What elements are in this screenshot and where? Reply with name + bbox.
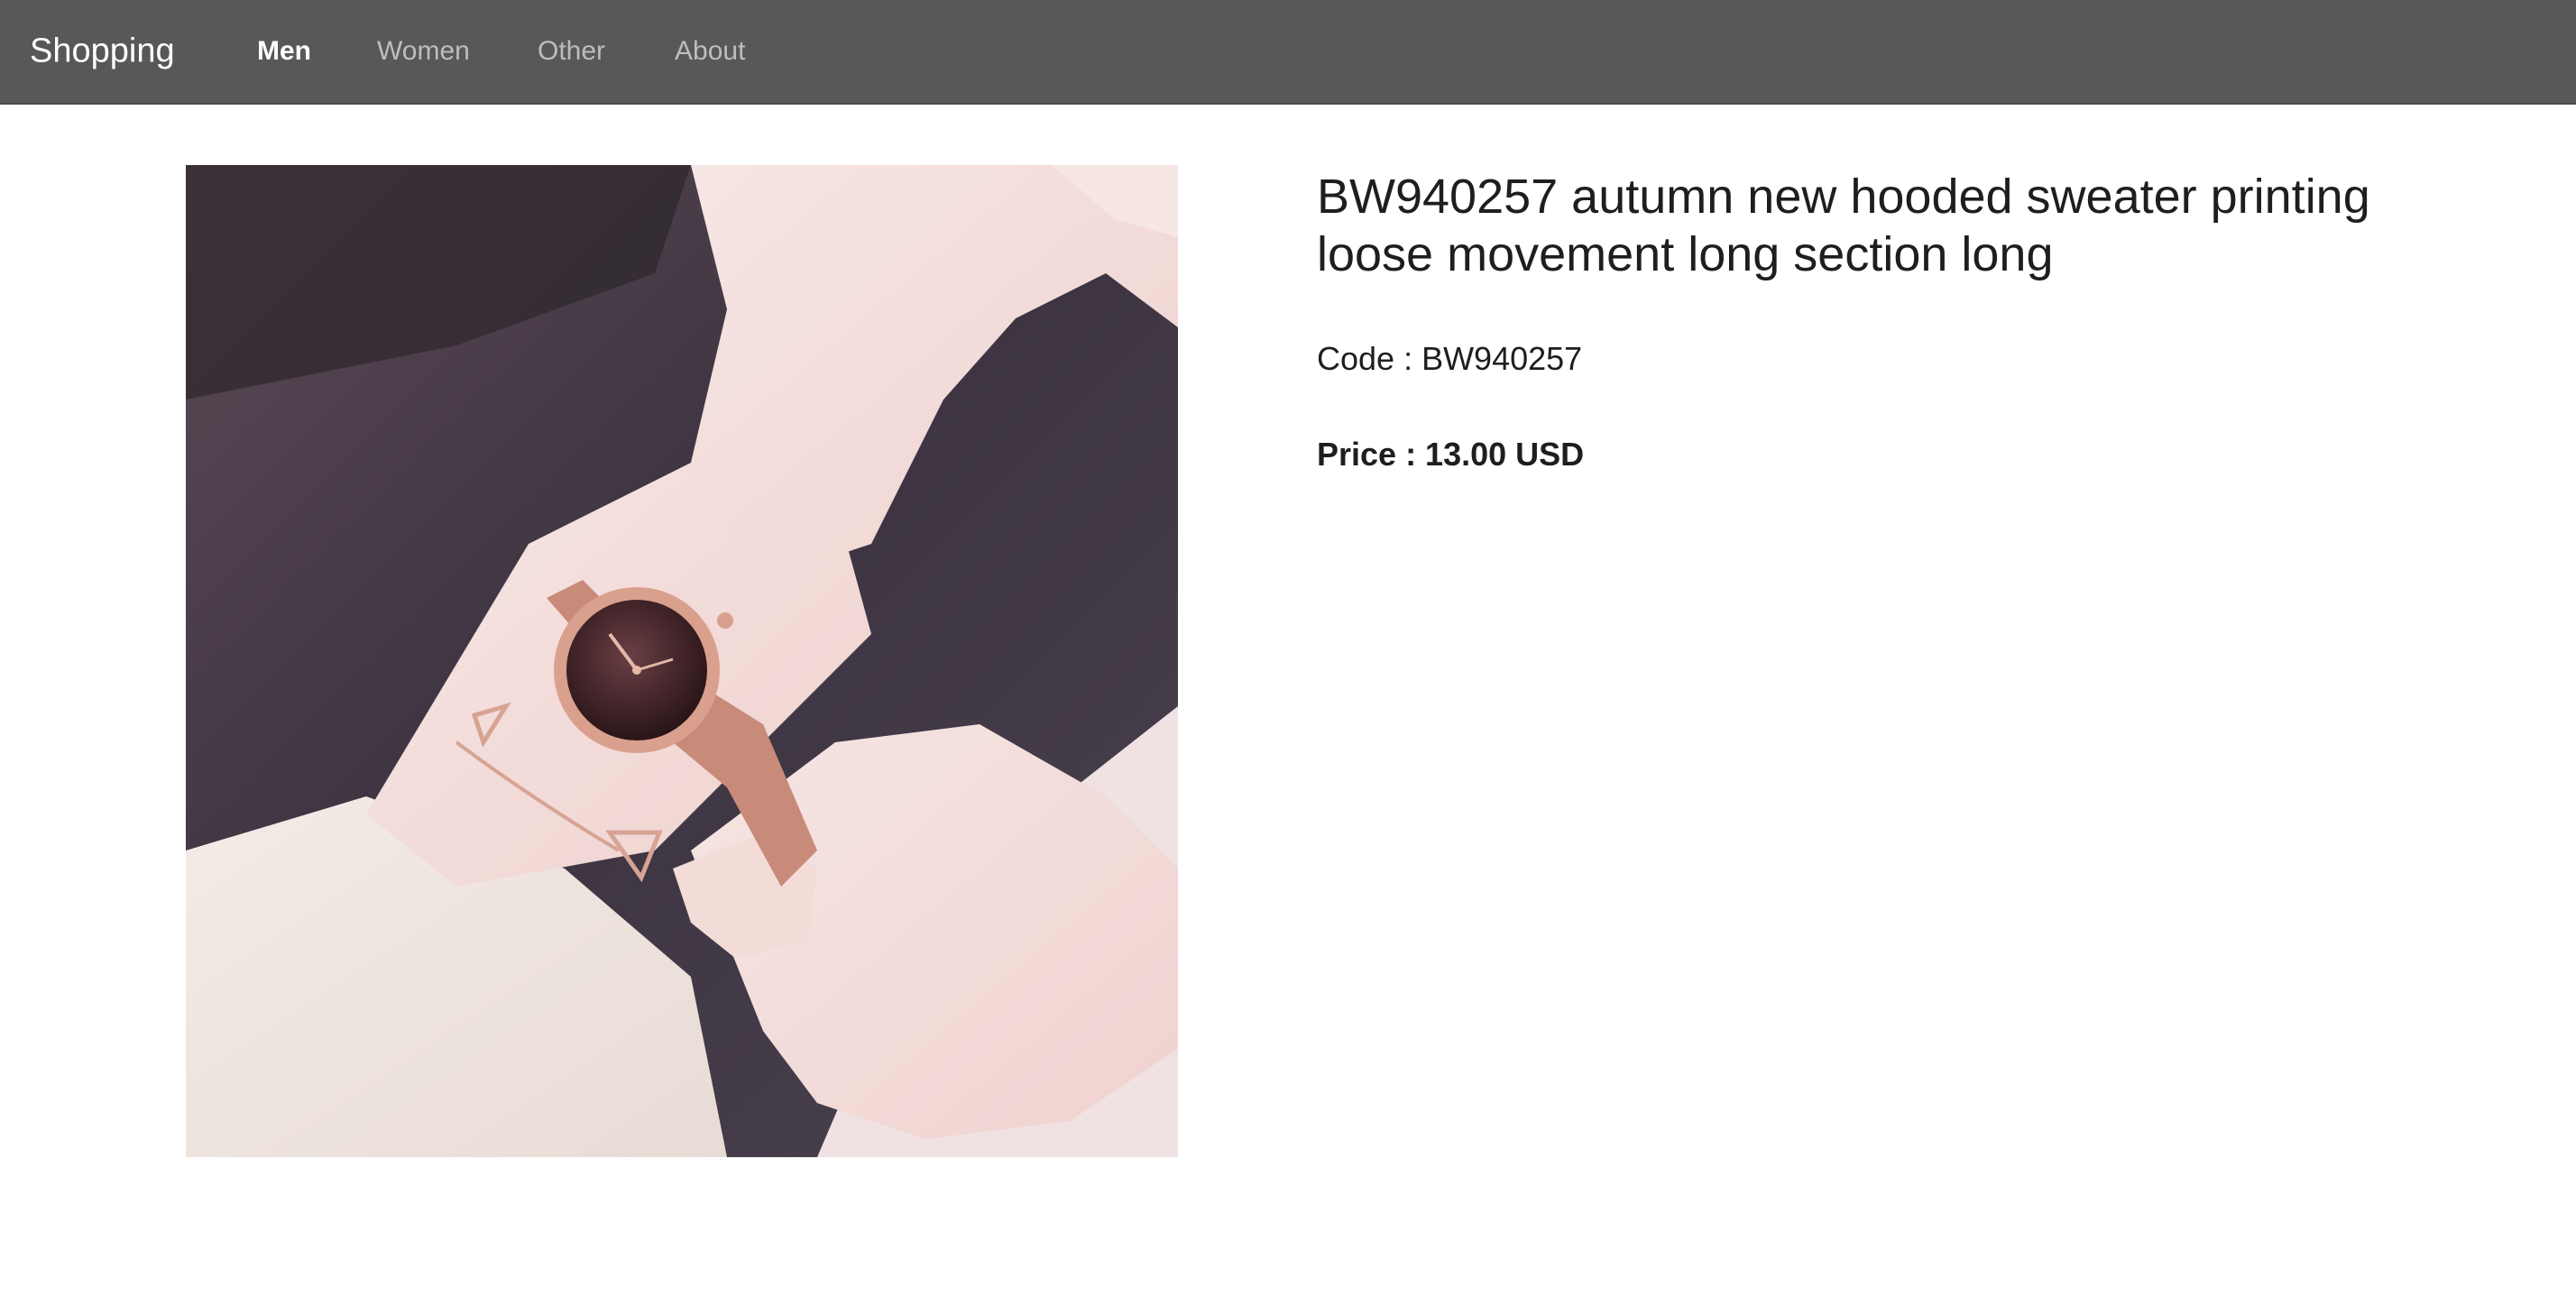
- product-price: Price : 13.00 USD: [1317, 436, 1585, 473]
- product-title: BW940257 autumn new hooded sweater print…: [1317, 170, 2370, 281]
- nav-item-about[interactable]: About: [675, 36, 745, 67]
- nav-item-men[interactable]: Men: [257, 36, 311, 67]
- product-code: Code : BW940257: [1317, 340, 1583, 377]
- nav-item-women[interactable]: Women: [377, 36, 470, 67]
- product-info: BW940257 autumn new hooded sweater print…: [1317, 168, 2399, 474]
- brand-link[interactable]: Shopping: [30, 32, 175, 71]
- top-navbar: Shopping Men Women Other About: [0, 0, 2576, 105]
- product-image: [186, 165, 1178, 1157]
- nav-item-other[interactable]: Other: [538, 36, 605, 67]
